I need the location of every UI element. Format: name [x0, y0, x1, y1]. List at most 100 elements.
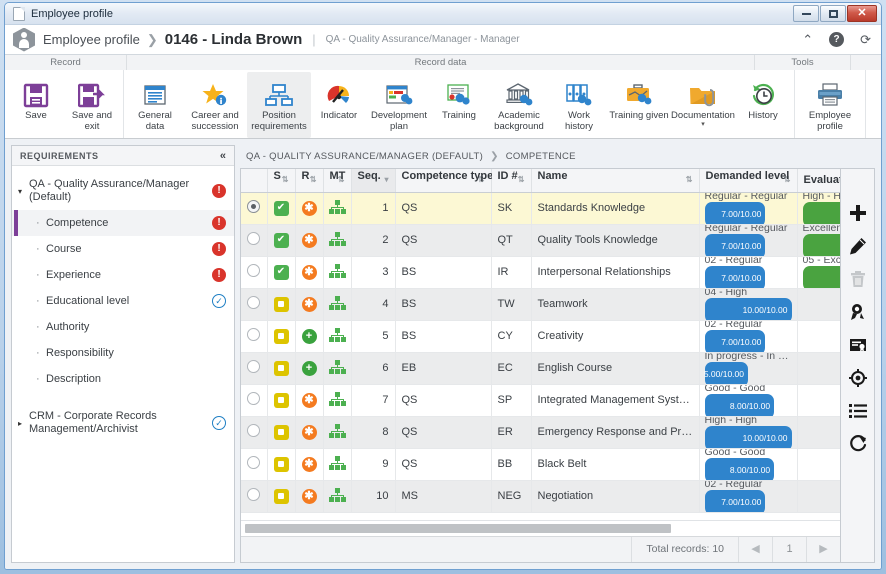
page-number[interactable]: 1: [772, 537, 806, 562]
ribbon-button-save-and-exit[interactable]: Save and exit: [64, 72, 120, 138]
next-page-button[interactable]: ▶: [806, 537, 840, 562]
ribbon-button-employee-profile[interactable]: Employee profile: [798, 72, 862, 138]
row-selector[interactable]: [241, 192, 268, 225]
ribbon-group-label-record: Record: [5, 55, 127, 70]
target-icon[interactable]: [848, 368, 868, 388]
chevron-down-icon[interactable]: ▾: [701, 121, 705, 128]
demanded-label: High - High: [704, 416, 758, 426]
row-selector[interactable]: [241, 352, 268, 385]
row-selector[interactable]: [241, 480, 268, 513]
ribbon-button-documentation[interactable]: Documentation ▾: [671, 72, 735, 138]
add-icon[interactable]: [848, 203, 868, 223]
table-row[interactable]: ✱ 7 QS SP Integrated Management System P…: [241, 384, 840, 417]
th-mt[interactable]: ⇅ MT: [323, 169, 352, 193]
radio-icon[interactable]: [247, 328, 261, 341]
general-data-icon: [142, 75, 168, 108]
table-row[interactable]: ✱ 8 QS ER Emergency Response and Prepara…: [241, 416, 840, 449]
ribbon-button-save[interactable]: Save: [8, 72, 64, 138]
table-row[interactable]: + 6 EB EC English Course In progress - I…: [241, 352, 840, 385]
row-selector[interactable]: [241, 384, 268, 417]
horizontal-scrollbar[interactable]: [241, 520, 840, 536]
ribbon-button-history[interactable]: History: [735, 72, 791, 138]
radio-selected-icon[interactable]: [247, 200, 261, 213]
ribbon-button-training-given[interactable]: Training given: [607, 72, 671, 138]
radio-icon[interactable]: [247, 296, 261, 309]
tree-collapsed-icon[interactable]: ▸: [18, 419, 29, 428]
sort-icon[interactable]: ⇅: [686, 170, 693, 190]
table-row[interactable]: + 5 BS CY Creativity 02 - Regular 7.00/1…: [241, 320, 840, 353]
radio-icon[interactable]: [247, 360, 261, 373]
demanded-bar: 8.00/10.00: [704, 393, 792, 415]
th-seq[interactable]: ▾ Seq.: [351, 169, 396, 193]
close-button[interactable]: ✕: [847, 5, 877, 22]
certificate-icon[interactable]: [848, 335, 868, 355]
ribbon-button-academic-background[interactable]: Academic background: [487, 72, 551, 138]
demanded-value: 5.00/10.00: [704, 369, 744, 379]
radio-icon[interactable]: [247, 232, 261, 245]
refresh-icon[interactable]: ⟳: [860, 33, 871, 46]
ribbon-button-work-history[interactable]: Work history: [551, 72, 607, 138]
sidebar-item-authority[interactable]: · Authority: [12, 314, 234, 340]
sidebar-item-qa-quality-assurance-manager[interactable]: ▾ QA - Quality Assurance/Manager (Defaul…: [12, 172, 234, 210]
sidebar-item-crm-corporate-records-management[interactable]: ▸ CRM - Corporate Records Management/Arc…: [12, 404, 234, 442]
ribbon-button-development-plan[interactable]: Development plan: [367, 72, 431, 138]
th-s[interactable]: ⇅ S: [267, 169, 296, 193]
maximize-button[interactable]: [820, 5, 846, 22]
refresh-icon[interactable]: [848, 434, 868, 454]
sidebar-item-responsibility[interactable]: · Responsibility: [12, 340, 234, 366]
table-row[interactable]: ✱ 10 MS NEG Negotiation 02 - Regular 7.0…: [241, 480, 840, 513]
table-row[interactable]: ✱ 3 BS IR Interpersonal Relationships 02…: [241, 256, 840, 289]
row-selector[interactable]: [241, 288, 268, 321]
help-icon[interactable]: ?: [829, 32, 845, 47]
table-row[interactable]: ✱ 1 QS SK Standards Knowledge Regular - …: [241, 192, 840, 225]
cell-s: [267, 320, 296, 353]
ribbon-button-label: History: [748, 110, 778, 121]
sort-icon[interactable]: ⇅: [310, 170, 317, 190]
ribbon-button-indicator[interactable]: Indicator: [311, 72, 367, 138]
demanded-label: Regular - Regular: [704, 224, 788, 234]
edit-pencil-icon[interactable]: [848, 236, 868, 256]
radio-icon[interactable]: [247, 264, 261, 277]
sidebar-item-description[interactable]: · Description: [12, 366, 234, 392]
list-icon[interactable]: [848, 401, 868, 421]
sort-icon[interactable]: ⇅: [518, 170, 525, 190]
breadcrumb-root[interactable]: Employee profile: [43, 32, 140, 47]
ribbon-button-training[interactable]: Training: [431, 72, 487, 138]
scrollbar-thumb[interactable]: [245, 524, 671, 533]
row-selector[interactable]: [241, 448, 268, 481]
th-evaluated[interactable]: Evaluated: [797, 169, 840, 193]
th-name[interactable]: ⇅ Name: [531, 169, 700, 193]
sidebar-item-educational-level[interactable]: · Educational level ✓: [12, 288, 234, 314]
prev-page-button[interactable]: ◀: [738, 537, 772, 562]
ribbon-button-career-and-succession[interactable]: Career and succession: [183, 72, 247, 138]
th-r[interactable]: ⇅ R: [295, 169, 324, 193]
academic-bank-icon: [505, 75, 533, 108]
radio-icon[interactable]: [247, 424, 261, 437]
th-competence-type[interactable]: ⇅ Competence type: [395, 169, 493, 193]
collapse-sidebar-icon[interactable]: «: [220, 150, 226, 162]
table-row[interactable]: ✱ 4 BS TW Teamwork 04 - High 10.00/10.00: [241, 288, 840, 321]
minimize-button[interactable]: [793, 5, 819, 22]
row-selector[interactable]: [241, 256, 268, 289]
ribbon-button-position-requirements[interactable]: Position requirements: [247, 72, 311, 138]
sidebar-item-course[interactable]: · Course !: [12, 236, 234, 262]
chevron-up-icon[interactable]: ⌃: [802, 33, 813, 46]
sidebar-item-experience[interactable]: · Experience !: [12, 262, 234, 288]
row-selector[interactable]: [241, 416, 268, 449]
breadcrumb-parent[interactable]: QA - QUALITY ASSURANCE/MANAGER (DEFAULT): [246, 151, 483, 162]
tree-expanded-icon[interactable]: ▾: [18, 187, 29, 196]
th-demanded-level[interactable]: ⇅ Demanded level: [699, 169, 798, 193]
row-selector[interactable]: [241, 224, 268, 257]
ribbon-button-general-data[interactable]: General data: [127, 72, 183, 138]
table-row[interactable]: ✱ 2 QS QT Quality Tools Knowledge Regula…: [241, 224, 840, 257]
row-selector[interactable]: [241, 320, 268, 353]
sidebar-item-competence[interactable]: · Competence !: [12, 210, 234, 236]
radio-icon[interactable]: [247, 392, 261, 405]
radio-icon[interactable]: [247, 488, 261, 501]
sort-icon[interactable]: ⇅: [282, 170, 289, 190]
medal-evaluate-icon[interactable]: [848, 302, 868, 322]
th-id[interactable]: ⇅ ID #: [491, 169, 532, 193]
table-row[interactable]: ✱ 9 QS BB Black Belt Good - Good 8.00/10…: [241, 448, 840, 481]
radio-icon[interactable]: [247, 456, 261, 469]
sort-desc-icon[interactable]: ▾: [384, 170, 388, 190]
